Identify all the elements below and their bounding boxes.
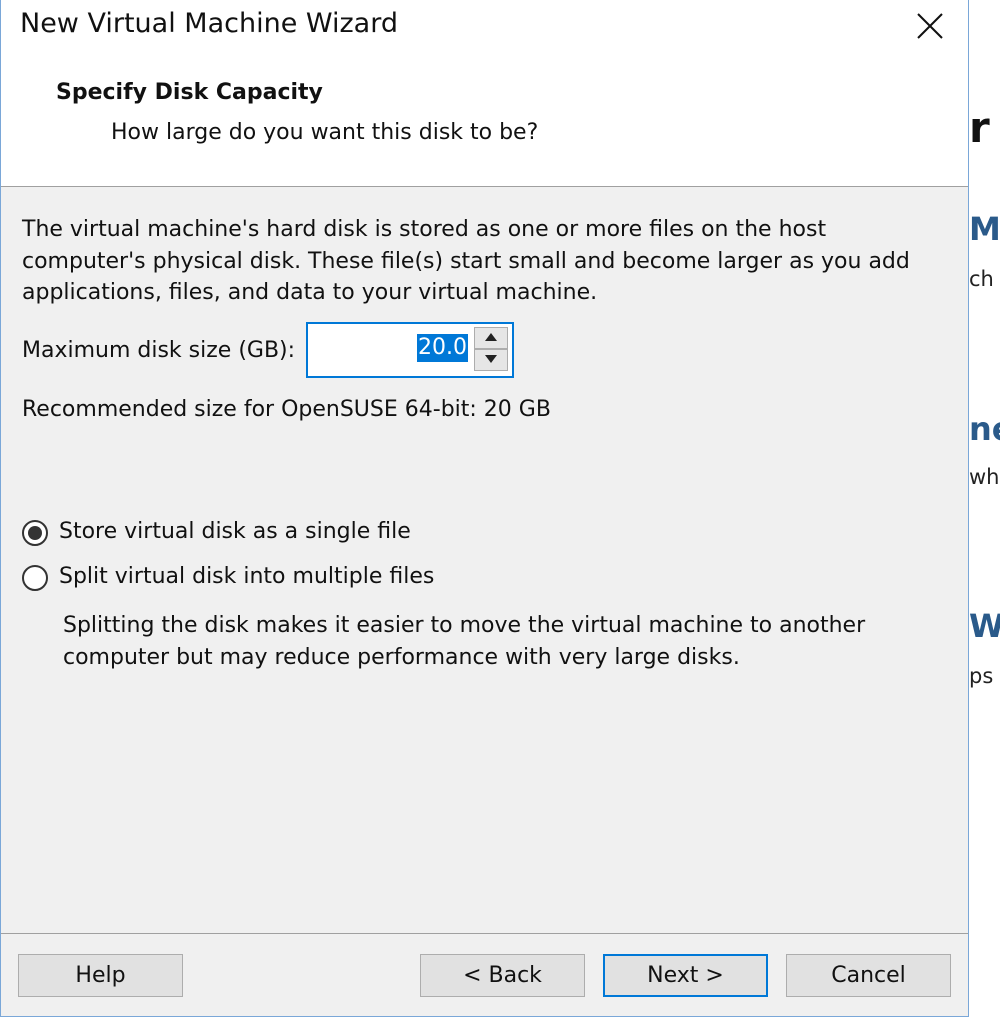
background-heading: Ma — [969, 210, 1000, 248]
description-text: The virtual machine's hard disk is store… — [22, 217, 910, 305]
background-text: ps — [969, 664, 994, 688]
max-disk-size-label: Maximum disk size (GB): — [22, 338, 296, 363]
recommended-size-text: Recommended size for OpenSUSE 64-bit: 20… — [22, 397, 551, 422]
max-disk-size-stepper[interactable]: 20.0 — [306, 322, 514, 378]
background-text: wh — [969, 465, 1000, 489]
title-bar[interactable]: New Virtual Machine Wizard — [1, 0, 968, 52]
page-subtitle: How large do you want this disk to be? — [111, 120, 539, 145]
cancel-button[interactable]: Cancel — [786, 954, 951, 997]
next-button[interactable]: Next > — [603, 954, 768, 997]
window-title: New Virtual Machine Wizard — [20, 8, 398, 39]
split-disk-note: Splitting the disk makes it easier to mo… — [63, 613, 866, 670]
max-disk-size-value[interactable]: 20.0 — [417, 334, 468, 362]
arrow-up-icon — [485, 333, 497, 341]
close-button[interactable] — [906, 4, 954, 48]
arrow-down-icon — [485, 355, 497, 363]
radio-single-file-label[interactable]: Store virtual disk as a single file — [59, 519, 411, 544]
back-button[interactable]: < Back — [420, 954, 585, 997]
radio-button-unchecked[interactable] — [22, 565, 48, 591]
help-button[interactable]: Help — [18, 954, 183, 997]
footer-divider — [1, 933, 968, 934]
radio-split-files-label[interactable]: Split virtual disk into multiple files — [59, 564, 434, 589]
page-title: Specify Disk Capacity — [56, 80, 323, 105]
background-text: ch — [969, 267, 994, 291]
spin-up-button[interactable] — [474, 327, 508, 349]
background-heading: Wo — [969, 607, 1000, 645]
background-heading: ne — [969, 410, 1000, 448]
wizard-header: Specify Disk Capacity How large do you w… — [1, 52, 968, 187]
background-text: r — [969, 103, 990, 152]
close-icon — [917, 13, 943, 39]
background-window: r Ma ch ne wh Wo ps — [969, 0, 1000, 1019]
radio-button-checked[interactable] — [22, 520, 48, 546]
wizard-dialog: New Virtual Machine Wizard Specify Disk … — [0, 0, 969, 1017]
spin-down-button[interactable] — [474, 349, 508, 371]
